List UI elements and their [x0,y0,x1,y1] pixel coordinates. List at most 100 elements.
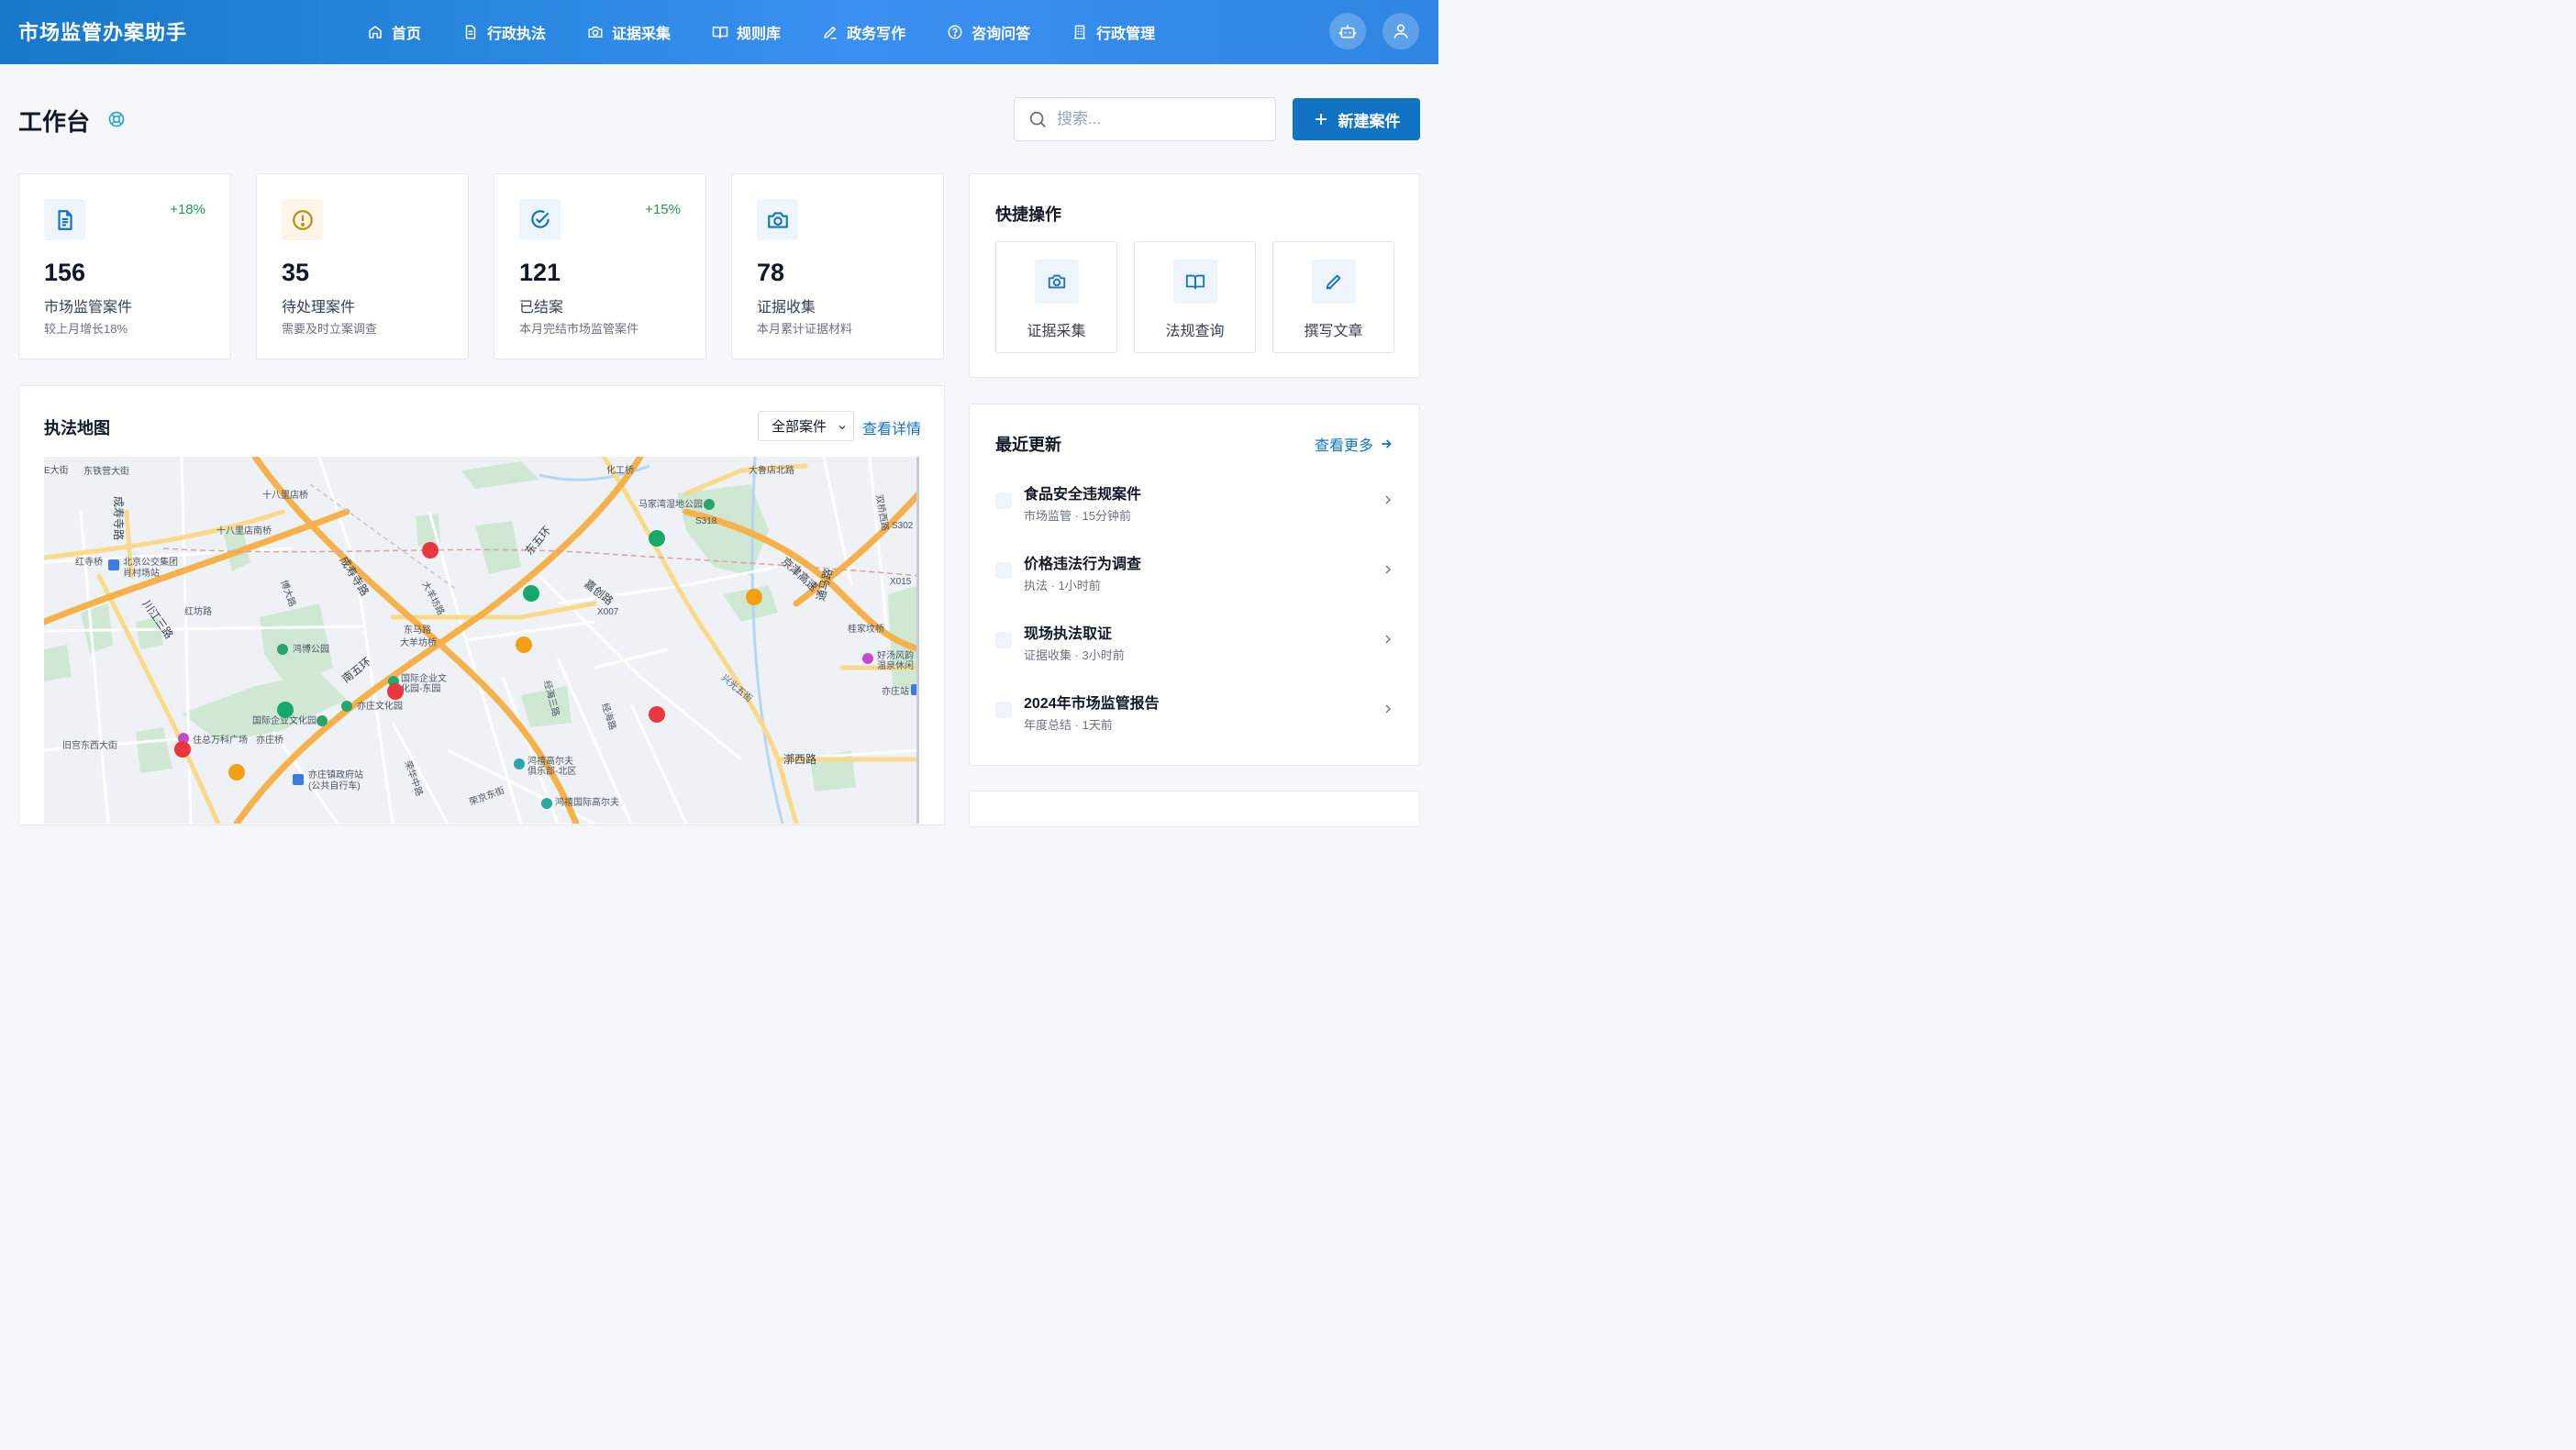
chevron-down-icon [838,426,846,430]
svg-text:十八里店桥: 十八里店桥 [262,489,308,501]
nav-item-evidence[interactable]: 证据采集 [587,21,671,43]
svg-text:温泉休闲: 温泉休闲 [877,659,914,671]
pen-icon [824,27,837,39]
case-marker[interactable] [387,683,404,700]
nav-item-admin[interactable]: 行政管理 [1071,21,1155,43]
search-icon [1029,111,1046,127]
case-marker[interactable] [746,589,762,605]
quick-action-regulations[interactable]: 法规查询 [1134,241,1256,353]
quick-action-evidence[interactable]: 证据采集 [995,241,1117,353]
recent-updates-title: 最近更新 [995,436,1061,454]
arrow-right-icon [1382,439,1392,448]
user-profile-button[interactable] [1382,13,1419,50]
quick-action-write[interactable]: 撰写文章 [1272,241,1394,353]
svg-text:马家湾湿地公园: 马家湾湿地公园 [638,498,703,510]
search-box[interactable] [1014,97,1276,141]
map-canvas[interactable]: E大街 东铁营大街 十八里店桥 十八里店南桥 红寺桥 北京公交集团 肖村场站 红… [44,457,919,824]
recent-item-marker [995,632,1012,648]
quick-actions-title: 快捷操作 [995,205,1061,224]
nav-item-label: 首页 [392,27,422,42]
nav-item-label: 行政管理 [1096,27,1156,42]
stat-card-closed[interactable]: +15% 121 已结案 本月完结市场监管案件 [494,173,706,360]
svg-text:X015: X015 [890,577,912,587]
nav-item-label: 行政执法 [487,27,547,42]
case-marker[interactable] [228,764,245,780]
stat-value: 78 [757,259,785,286]
nav-item-writing[interactable]: 政务写作 [822,21,905,43]
check-circle-icon [530,209,550,228]
view-more-label: 查看更多 [1314,438,1373,454]
nav-item-rules[interactable]: 规则库 [712,21,781,43]
svg-text:S302: S302 [892,521,914,531]
chevron-right-icon [1385,704,1391,714]
map-title: 执法地图 [44,419,110,437]
assistant-button[interactable] [1329,13,1366,50]
nav-item-enforcement[interactable]: 行政执法 [462,21,546,43]
case-marker[interactable] [649,530,665,547]
recent-item[interactable]: 食品安全违规案件 市场监管 · 15分钟前 [995,476,1395,527]
svg-text:亦庄文化园: 亦庄文化园 [357,700,403,712]
case-marker[interactable] [174,741,191,758]
recent-item-marker [995,493,1012,509]
svg-text:东马路: 东马路 [404,624,431,636]
map-svg[interactable]: E大街 东铁营大街 十八里店桥 十八里店南桥 红寺桥 北京公交集团 肖村场站 红… [44,457,919,824]
user-icon [1393,24,1408,39]
svg-text:住总万科广场: 住总万科广场 [193,734,248,746]
svg-text:鸿博公园: 鸿博公园 [293,643,329,655]
svg-text:成寿寺路: 成寿寺路 [112,496,126,540]
page-title: 工作台 [18,108,91,136]
chevron-right-icon [1385,635,1391,644]
case-marker[interactable] [422,542,439,559]
quick-icon-box [1173,260,1217,304]
lifebuoy-icon[interactable] [107,110,126,128]
view-details-link[interactable]: 查看详情 [862,416,921,438]
quick-actions-panel: 快捷操作 证据采集 法规查询 撰写文章 [969,173,1420,378]
nav-item-label: 规则库 [737,27,782,42]
svg-text:(公共自行车): (公共自行车) [308,780,361,791]
recent-item[interactable]: 2024年市场监管报告 年度总结 · 1天前 [995,685,1395,736]
svg-text:鸿禧国际高尔夫: 鸿禧国际高尔夫 [555,796,619,808]
camera-icon [588,27,603,38]
svg-text:桂家坟桥: 桂家坟桥 [848,623,884,635]
nav-item-home[interactable]: 首页 [367,21,421,43]
top-navigation-bar: 市场监管办案助手 首页 行政执法 证据采集 规则库 政务写作 咨询问答 行政管理 [0,0,1438,64]
stat-value: 35 [282,259,310,286]
case-marker[interactable] [649,706,665,723]
new-case-button[interactable]: 新建案件 [1293,98,1420,140]
camera-icon [767,211,788,228]
view-more-link[interactable]: 查看更多 [1315,433,1393,455]
nav-item-label: 证据采集 [612,27,672,42]
recent-updates-panel: 最近更新 查看更多 食品安全违规案件 市场监管 · 15分钟前 价格违法行为调查… [969,404,1420,766]
stat-sub: 本月累计证据材料 [757,322,853,336]
svg-text:十八里店南桥: 十八里店南桥 [217,525,272,537]
case-marker[interactable] [523,585,539,602]
help-circle-icon [948,25,962,39]
case-marker[interactable] [516,636,532,653]
stat-sub: 需要及时立案调查 [282,322,378,336]
quick-action-label: 证据采集 [1027,324,1086,339]
document-icon [465,25,476,39]
recent-item-meta: 证据收集 · 3小时前 [1024,648,1125,662]
case-filter-select[interactable]: 全部案件 [758,411,854,441]
svg-text:亦庄桥: 亦庄桥 [256,734,283,746]
case-marker[interactable] [277,702,294,718]
pen-icon [1326,274,1341,290]
alert-circle-icon [292,209,313,230]
search-input[interactable] [1057,110,1259,128]
svg-text:大鲁店北路: 大鲁店北路 [749,464,794,476]
stat-card-cases[interactable]: +18% 156 市场监管案件 较上月增长18% [18,173,231,360]
recent-item-marker [995,562,1012,579]
nav-item-consult[interactable]: 咨询问答 [947,21,1030,43]
svg-text:好汤风韵: 好汤风韵 [877,649,914,661]
stat-card-evidence[interactable]: 78 证据收集 本月累计证据材料 [731,173,944,360]
recent-item-title: 食品安全违规案件 [1024,487,1142,503]
home-icon [369,26,382,39]
svg-text:鸿禧高尔夫: 鸿禧高尔夫 [527,755,573,767]
recent-item-meta: 执法 · 1小时前 [1024,579,1101,592]
quick-action-label: 法规查询 [1165,324,1225,339]
recent-item[interactable]: 现场执法取证 证据收集 · 3小时前 [995,615,1395,667]
recent-item[interactable]: 价格违法行为调查 执法 · 1小时前 [995,546,1395,597]
stat-card-pending[interactable]: 35 待处理案件 需要及时立案调查 [256,173,469,360]
app-title[interactable]: 市场监管办案助手 [18,17,187,46]
nav-item-label: 政务写作 [847,27,906,42]
